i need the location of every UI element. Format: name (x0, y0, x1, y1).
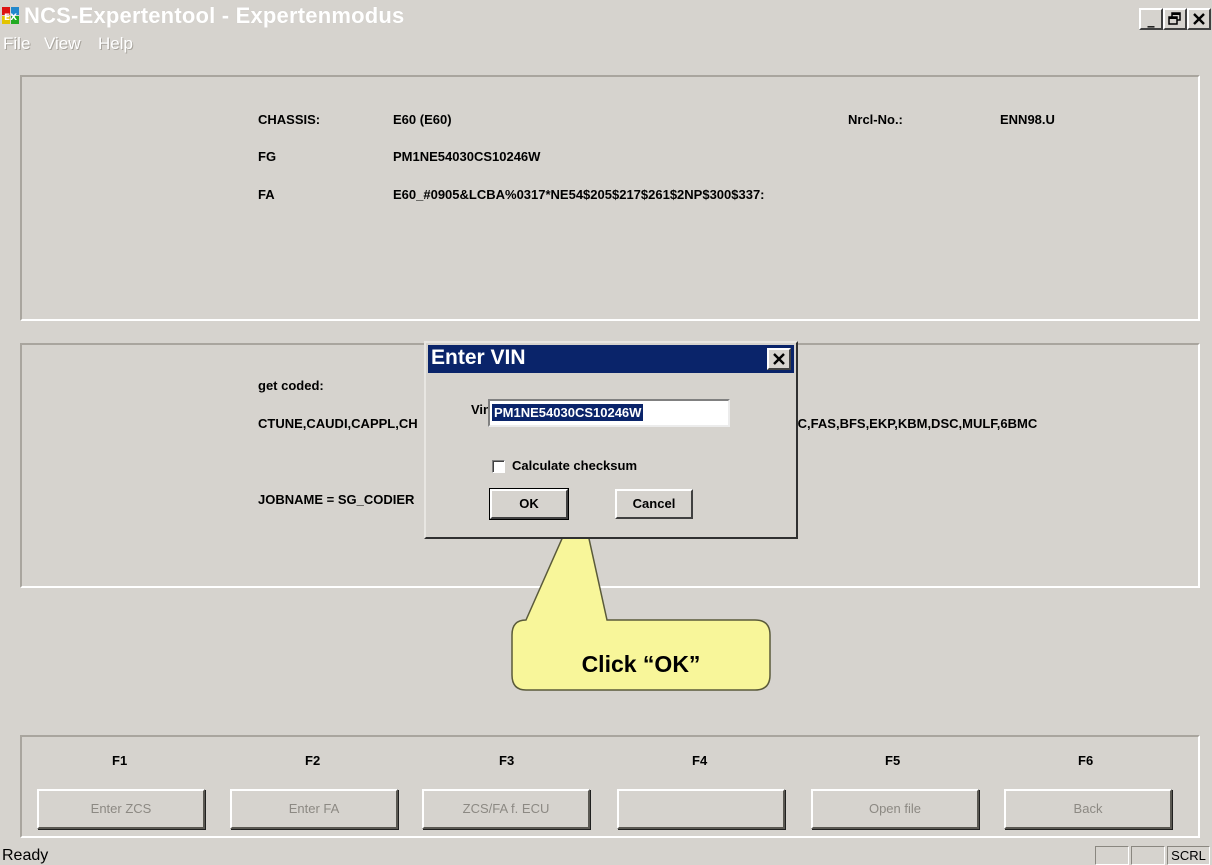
modules-list-right: ,PDC,FAS,BFS,EKP,KBM,DSC,MULF,6BMC (776, 416, 1038, 431)
restore-button[interactable] (1163, 8, 1187, 30)
fg-value: PM1NE54030CS10246W (393, 149, 541, 164)
zcs-fa-ecu-button[interactable]: ZCS/FA f. ECU (422, 789, 590, 829)
fa-value: E60_#0905&LCBA%0317*NE54$205$217$261$2NP… (393, 187, 765, 202)
nrcl-label: Nrcl-No.: (848, 112, 903, 127)
dialog-title: Enter VIN (431, 346, 526, 369)
f4-button[interactable] (617, 789, 785, 829)
modules-list-left: CTUNE,CAUDI,CAPPL,CH (258, 416, 418, 431)
fkey-label-f5: F5 (885, 753, 901, 768)
app-icon: EX (2, 7, 19, 24)
chassis-value: E60 (E60) (393, 112, 452, 127)
callout-text: Click “OK” (581, 651, 701, 677)
close-icon (773, 353, 785, 365)
get-coded-label: get coded: (258, 378, 324, 393)
status-panel-1 (1095, 846, 1129, 865)
open-file-button[interactable]: Open file (811, 789, 979, 829)
title-bar: EX NCS-Expertentool - Expertenmodus _ (0, 0, 1212, 32)
status-text: Ready (2, 847, 49, 864)
enter-zcs-button[interactable]: Enter ZCS (37, 789, 205, 829)
fg-label: FG (258, 149, 277, 164)
window-title: NCS-Expertentool - Expertenmodus (24, 3, 405, 28)
fkey-label-f3: F3 (499, 753, 515, 768)
menu-view[interactable]: View (44, 34, 81, 54)
nrcl-value: ENN98.U (1000, 112, 1055, 127)
dialog-title-bar: Enter VIN (428, 345, 794, 373)
fkey-label-f4: F4 (692, 753, 708, 768)
enter-vin-dialog: Enter VIN Vin: PM1NE54030CS10246W Calcul… (424, 341, 798, 539)
ok-button[interactable]: OK (489, 488, 569, 520)
fkey-label-f1: F1 (112, 753, 128, 768)
chassis-label: CHASSIS: (258, 112, 321, 127)
close-button[interactable] (1187, 8, 1211, 30)
dialog-close-button[interactable] (767, 348, 791, 370)
fkey-label-f6: F6 (1078, 753, 1094, 768)
restore-icon (1168, 12, 1181, 25)
calculate-checksum-label[interactable]: Calculate checksum (512, 458, 637, 473)
status-panel-scrl: SCRL (1167, 846, 1210, 865)
enter-fa-button[interactable]: Enter FA (230, 789, 398, 829)
status-bar: Ready SCRL (0, 846, 1212, 865)
fa-label: FA (258, 187, 275, 202)
close-icon (1193, 13, 1205, 25)
back-button[interactable]: Back (1004, 789, 1172, 829)
svg-text:EX: EX (4, 13, 17, 23)
minimize-button[interactable]: _ (1139, 8, 1163, 30)
menu-file[interactable]: File (3, 34, 30, 54)
fkey-label-f2: F2 (305, 753, 321, 768)
menu-help[interactable]: Help (98, 34, 133, 54)
status-panel-2 (1131, 846, 1165, 865)
vin-value: PM1NE54030CS10246W (492, 404, 644, 421)
jobname-label: JOBNAME = SG_CODIER (258, 492, 415, 507)
calculate-checksum-checkbox[interactable] (492, 460, 505, 473)
cancel-button[interactable]: Cancel (615, 489, 693, 519)
vin-input[interactable]: PM1NE54030CS10246W (488, 399, 730, 427)
